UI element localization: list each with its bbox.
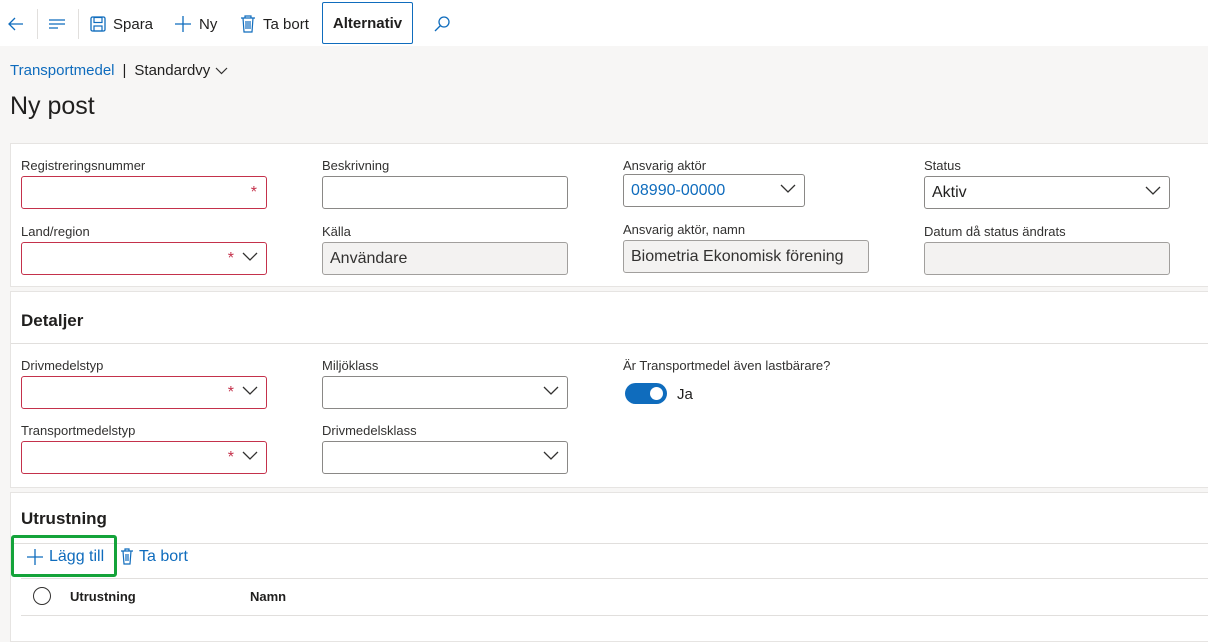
required-indicator: * xyxy=(227,449,234,466)
source-value: Användare xyxy=(330,249,408,267)
is-carrier-label: Är Transportmedel även lastbärare? xyxy=(623,358,831,373)
responsible-actor-value: 08990-00000 xyxy=(631,181,726,199)
status-date-label: Datum då status ändrats xyxy=(924,224,1066,239)
chevron-down-icon xyxy=(215,67,228,75)
status-date-field xyxy=(924,242,1170,275)
equipment-panel: Utrustning xyxy=(10,492,1208,642)
chevron-down-icon xyxy=(780,184,796,193)
breadcrumb: Transportmedel | Standardvy xyxy=(10,62,228,79)
chevron-down-icon xyxy=(1145,186,1161,195)
column-header-equipment[interactable]: Utrustning xyxy=(70,589,136,604)
divider xyxy=(11,343,1208,344)
trash-icon xyxy=(241,15,255,33)
column-header-name[interactable]: Namn xyxy=(250,589,286,604)
new-button[interactable]: Ny xyxy=(173,8,217,40)
responsible-actor-label: Ansvarig aktör xyxy=(623,158,707,173)
view-name: Standardvy xyxy=(134,62,211,79)
status-label: Status xyxy=(924,158,961,173)
view-selector[interactable]: Standardvy xyxy=(134,62,228,79)
save-button[interactable]: Spara xyxy=(89,8,153,40)
vehicle-type-label: Transportmedelstyp xyxy=(21,423,136,438)
details-title: Detaljer xyxy=(21,311,84,330)
chevron-down-icon xyxy=(242,451,258,460)
new-label: Ny xyxy=(199,15,218,33)
general-panel: Registreringsnummer * Beskrivning Ansvar… xyxy=(10,143,1208,287)
save-label: Spara xyxy=(113,15,154,33)
actor-name-value: Biometria Ekonomisk förening xyxy=(631,247,844,265)
actor-name-field: Biometria Ekonomisk förening xyxy=(623,240,869,273)
details-panel: Detaljer Drivmedelstyp * Miljöklass Är T… xyxy=(10,291,1208,488)
fuel-type-label: Drivmedelstyp xyxy=(21,358,104,373)
menu-button[interactable] xyxy=(47,8,67,40)
description-input[interactable] xyxy=(322,176,568,209)
env-class-select[interactable] xyxy=(322,376,568,409)
reg-number-input[interactable]: * xyxy=(21,176,267,209)
delete-button[interactable]: Ta bort xyxy=(239,8,309,40)
command-bar: Spara Ny Ta bort Alternativ xyxy=(0,0,1208,46)
chevron-down-icon xyxy=(242,386,258,395)
back-button[interactable] xyxy=(6,8,26,40)
page-title: Ny post xyxy=(10,92,95,120)
country-label: Land/region xyxy=(21,224,90,239)
fuel-type-select[interactable]: * xyxy=(21,376,267,409)
chevron-down-icon xyxy=(543,386,559,395)
env-class-label: Miljöklass xyxy=(322,358,379,373)
fuel-class-label: Drivmedelsklass xyxy=(322,423,417,438)
country-select[interactable]: * xyxy=(21,242,267,275)
highlight-box xyxy=(11,535,117,577)
reg-number-label: Registreringsnummer xyxy=(21,158,146,173)
plus-icon xyxy=(175,16,191,32)
source-field: Användare xyxy=(322,242,568,275)
is-carrier-toggle[interactable] xyxy=(625,383,667,404)
trash-icon xyxy=(121,548,133,565)
divider xyxy=(37,9,38,39)
required-indicator: * xyxy=(250,184,257,201)
breadcrumb-separator: | xyxy=(122,62,127,79)
delete-label: Ta bort xyxy=(263,15,309,33)
fuel-class-select[interactable] xyxy=(322,441,568,474)
description-label: Beskrivning xyxy=(322,158,390,173)
actor-name-label: Ansvarig aktör, namn xyxy=(623,222,746,237)
select-all-radio[interactable] xyxy=(33,587,51,605)
search-button[interactable] xyxy=(432,8,452,40)
options-button[interactable]: Alternativ xyxy=(322,2,413,44)
status-select[interactable]: Aktiv xyxy=(924,176,1170,209)
divider xyxy=(21,615,1208,616)
vehicle-type-select[interactable]: * xyxy=(21,441,267,474)
required-indicator: * xyxy=(227,384,234,401)
equipment-title: Utrustning xyxy=(21,509,107,528)
hamburger-icon xyxy=(49,19,65,29)
responsible-actor-select[interactable]: 08990-00000 xyxy=(623,174,805,207)
delete-equipment-button[interactable]: Ta bort xyxy=(120,548,188,566)
divider xyxy=(78,9,79,39)
search-icon xyxy=(434,16,450,32)
required-indicator: * xyxy=(227,250,234,267)
back-arrow-icon xyxy=(8,17,23,31)
delete-equipment-label: Ta bort xyxy=(139,548,188,565)
chevron-down-icon xyxy=(242,252,258,261)
divider xyxy=(11,543,1208,544)
status-value: Aktiv xyxy=(932,183,967,201)
source-label: Källa xyxy=(322,224,351,239)
divider xyxy=(21,578,1208,579)
is-carrier-value: Ja xyxy=(677,386,693,403)
breadcrumb-module-link[interactable]: Transportmedel xyxy=(10,62,115,79)
save-icon xyxy=(90,16,106,32)
chevron-down-icon xyxy=(543,451,559,460)
toggle-knob xyxy=(650,387,663,400)
